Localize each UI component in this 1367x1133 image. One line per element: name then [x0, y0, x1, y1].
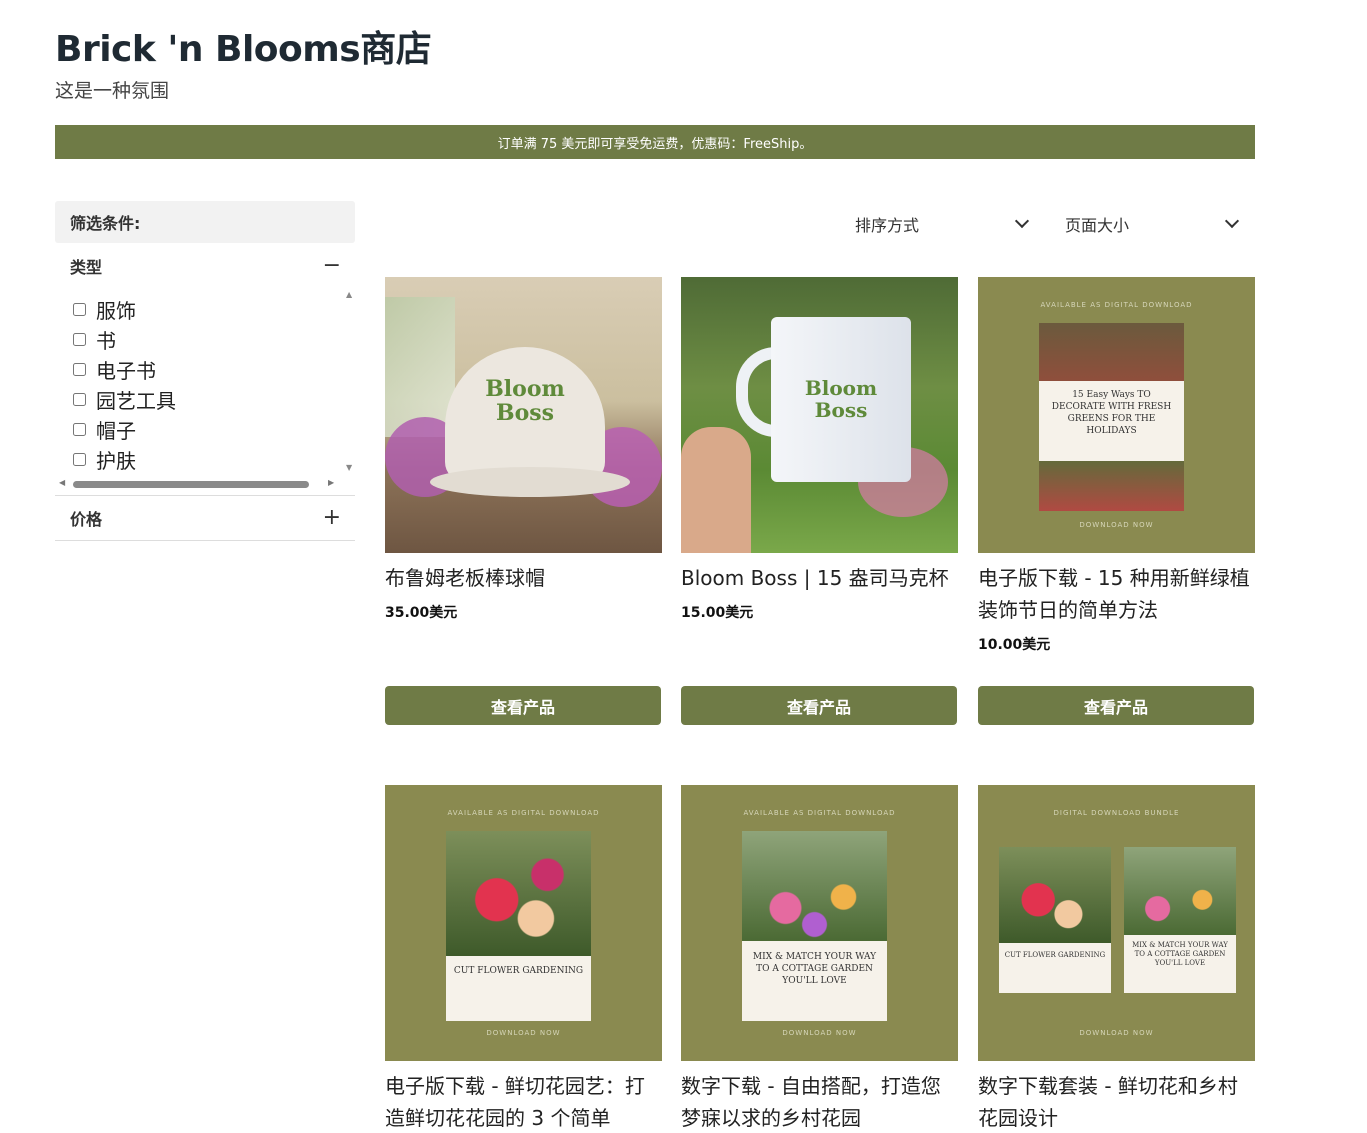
ebook-title: MIX & MATCH YOUR WAY TO A COTTAGE GARDEN… [1132, 941, 1228, 967]
cap-logo-text: Bloom Boss [485, 376, 565, 426]
facet-price-label: 价格 [70, 510, 103, 529]
product-price: 10.00美元 [978, 637, 1051, 653]
product-name[interactable]: 布鲁姆老板棒球帽 [385, 562, 662, 594]
promo-banner: 订单满 75 美元即可享受免运费，优惠码：FreeShip。 [55, 125, 1255, 159]
product-card: AVAILABLE AS DIGITAL DOWNLOAD CUT FLOWER… [385, 785, 662, 1133]
page-size-label: 页面大小 [1065, 216, 1130, 235]
image-caption: DOWNLOAD NOW [486, 1029, 561, 1037]
view-product-button[interactable]: 查看产品 [385, 686, 661, 725]
product-image[interactable]: Bloom Boss [385, 277, 662, 553]
scroll-up-icon[interactable]: ▲ [346, 290, 352, 299]
product-card: AVAILABLE AS DIGITAL DOWNLOAD MIX & MATC… [681, 785, 958, 1133]
product-image[interactable]: DIGITAL DOWNLOAD BUNDLE CUT FLOWER GARDE… [978, 785, 1255, 1061]
product-name[interactable]: 数字下载套装 - 鲜切花和乡村花园设计 [978, 1070, 1255, 1133]
product-image[interactable]: Bloom Boss [681, 277, 958, 553]
page-size-dropdown[interactable]: 页面大小 [1050, 204, 1245, 244]
image-caption: AVAILABLE AS DIGITAL DOWNLOAD [447, 809, 600, 817]
product-image[interactable]: AVAILABLE AS DIGITAL DOWNLOAD 15 Easy Wa… [978, 277, 1255, 553]
ebook-title: CUT FLOWER GARDENING [453, 966, 584, 976]
image-caption: AVAILABLE AS DIGITAL DOWNLOAD [1040, 301, 1193, 309]
type-option-hats[interactable]: 帽子 [55, 414, 176, 444]
store-title: Brick 'n Blooms商店 [55, 29, 432, 70]
image-caption: DIGITAL DOWNLOAD BUNDLE [1053, 809, 1180, 817]
type-checkbox[interactable] [73, 452, 86, 466]
vertical-scrollbar[interactable]: ▲ ▼ [345, 290, 355, 472]
product-name[interactable]: 数字下载 - 自由搭配，打造您梦寐以求的乡村花园 [681, 1070, 958, 1133]
ebook-title: CUT FLOWER GARDENING [1004, 951, 1106, 959]
filters-header: 筛选条件: [55, 201, 355, 243]
type-checkbox[interactable] [73, 362, 86, 376]
chevron-down-icon [1224, 213, 1240, 229]
image-caption: AVAILABLE AS DIGITAL DOWNLOAD [743, 809, 896, 817]
sort-dropdown[interactable]: 排序方式 [840, 204, 1035, 244]
ebook-title: MIX & MATCH YOUR WAY TO A COTTAGE GARDEN… [752, 952, 877, 986]
type-option-ebooks[interactable]: 电子书 [55, 354, 176, 384]
store-subtitle: 这是一种氛围 [55, 80, 170, 102]
product-name[interactable]: Bloom Boss | 15 盎司马克杯 [681, 562, 958, 594]
type-option-skincare[interactable]: 护肤 [55, 444, 176, 474]
horizontal-scrollbar[interactable]: ◀ ▶ [59, 478, 339, 490]
facet-type-label: 类型 [70, 258, 103, 277]
promo-text: 订单满 75 美元即可享受免运费，优惠码：FreeShip。 [497, 136, 813, 152]
facet-price-header[interactable]: 价格 + [55, 495, 355, 541]
type-checkbox[interactable] [73, 392, 86, 406]
image-caption: DOWNLOAD NOW [1079, 521, 1154, 529]
product-price: 15.00美元 [681, 605, 754, 621]
type-filter-list[interactable]: 服饰 书 电子书 园艺工具 帽子 护肤 ▲ ▼ ◀ ▶ [55, 288, 355, 493]
product-image[interactable]: AVAILABLE AS DIGITAL DOWNLOAD MIX & MATC… [681, 785, 958, 1061]
type-checkbox[interactable] [73, 332, 86, 346]
view-product-button[interactable]: 查看产品 [978, 686, 1254, 725]
ebook-title: 15 Easy Ways TO DECORATE WITH FRESH GREE… [1051, 390, 1172, 436]
expand-icon[interactable]: + [323, 507, 341, 529]
product-name[interactable]: 电子版下载 - 15 种用新鲜绿植装饰节日的简单方法 [978, 562, 1255, 626]
scroll-right-icon[interactable]: ▶ [328, 478, 334, 487]
scroll-left-icon[interactable]: ◀ [59, 478, 65, 487]
scrollbar-thumb[interactable] [73, 481, 309, 488]
collapse-icon[interactable]: − [323, 255, 341, 277]
product-card: DIGITAL DOWNLOAD BUNDLE CUT FLOWER GARDE… [978, 785, 1255, 1133]
product-name[interactable]: 电子版下载 - 鲜切花园艺：打造鲜切花花园的 3 个简单 [385, 1070, 662, 1133]
type-option-apparel[interactable]: 服饰 [55, 294, 176, 324]
product-price: 35.00美元 [385, 605, 458, 621]
product-card: AVAILABLE AS DIGITAL DOWNLOAD 15 Easy Wa… [978, 277, 1255, 654]
product-card: Bloom Boss 布鲁姆老板棒球帽 35.00美元 [385, 277, 662, 622]
mug-logo-text: Bloom Boss [804, 376, 878, 422]
sort-label: 排序方式 [855, 216, 920, 235]
image-caption: DOWNLOAD NOW [1079, 1029, 1154, 1037]
type-checkbox[interactable] [73, 302, 86, 316]
product-card: Bloom Boss Bloom Boss | 15 盎司马克杯 15.00美元 [681, 277, 958, 622]
type-option-garden-tools[interactable]: 园艺工具 [55, 384, 176, 414]
view-product-button[interactable]: 查看产品 [681, 686, 957, 725]
product-image[interactable]: AVAILABLE AS DIGITAL DOWNLOAD CUT FLOWER… [385, 785, 662, 1061]
facet-type-header[interactable]: 类型 − [55, 243, 355, 289]
image-caption: DOWNLOAD NOW [782, 1029, 857, 1037]
type-checkbox[interactable] [73, 422, 86, 436]
type-option-books[interactable]: 书 [55, 324, 176, 354]
scroll-down-icon[interactable]: ▼ [346, 463, 352, 472]
chevron-down-icon [1014, 213, 1030, 229]
